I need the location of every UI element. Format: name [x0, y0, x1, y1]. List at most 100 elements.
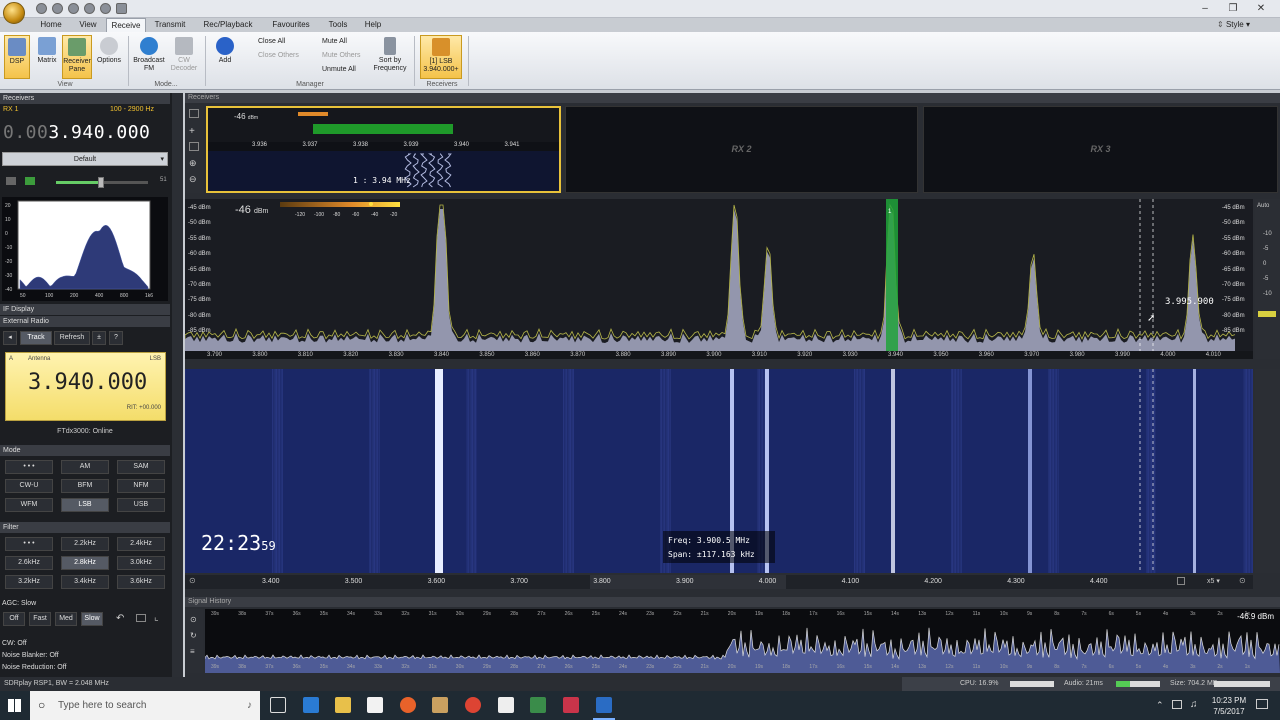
filter-header[interactable]: Filter — [0, 522, 170, 533]
noise-blanker-label[interactable]: Noise Blanker: Off — [2, 652, 59, 659]
edge-icon[interactable] — [303, 697, 319, 713]
sort-by-frequency-button[interactable]: Sort by Frequency — [370, 35, 410, 79]
add-icon[interactable]: + — [189, 126, 195, 137]
media-icon[interactable] — [432, 697, 448, 713]
mail-icon[interactable] — [498, 697, 514, 713]
task-view-icon[interactable] — [270, 697, 286, 713]
zoom-level[interactable]: x5 ▾ — [1207, 577, 1220, 585]
spectrum-display[interactable]: -46 dBm -120 -100 -80 -60 -40 -20 -45 dBm -50 … — [185, 199, 1253, 359]
zoom-in-icon[interactable]: ⊕ — [189, 158, 197, 169]
filter-button[interactable]: 3.4kHz — [61, 575, 109, 589]
help-button[interactable]: ? — [109, 331, 123, 345]
tab-receive[interactable]: Receive — [106, 18, 146, 32]
mode-button[interactable]: WFM — [5, 498, 53, 512]
matrix-button[interactable]: Matrix — [33, 35, 61, 79]
tab-help[interactable]: Help — [356, 18, 390, 32]
external-radio-header[interactable]: External Radio — [0, 316, 170, 327]
volume-slider[interactable] — [56, 177, 148, 188]
receiver-1-button[interactable]: [1] LSB 3.940.000+ — [420, 35, 462, 79]
agc-settings-icon[interactable] — [136, 614, 146, 622]
notifications-icon[interactable] — [1256, 699, 1268, 709]
filter-button[interactable]: 3.0kHz — [117, 556, 165, 570]
firefox-icon[interactable] — [400, 697, 416, 713]
agc-slow-button[interactable]: Slow — [81, 612, 103, 626]
mode-button[interactable]: • • • — [5, 460, 53, 474]
overview-settings-icon[interactable] — [1177, 577, 1185, 585]
cw-decoder-button[interactable]: CW Decoder — [168, 35, 200, 79]
agc-graph-icon[interactable]: ⌞ — [154, 612, 159, 623]
zoom-out-icon[interactable]: ⊖ — [189, 174, 197, 185]
overview-bar[interactable]: ⊙ 3.400 3.500 3.600 3.700 3.800 3.900 4.000 4.1… — [185, 575, 1253, 589]
history-record-icon[interactable]: ⊙ — [190, 615, 197, 624]
mode-header[interactable]: Mode — [0, 445, 170, 456]
close-others-button[interactable]: Close Others — [246, 50, 299, 62]
app-orb-icon[interactable] — [3, 2, 25, 24]
network-icon[interactable] — [1172, 700, 1182, 709]
filter-button[interactable]: • • • — [5, 537, 53, 551]
qat-button[interactable] — [36, 3, 47, 14]
shield-icon[interactable] — [530, 697, 546, 713]
mode-button[interactable]: AM — [61, 460, 109, 474]
restore-button[interactable]: ❐ — [1222, 2, 1244, 16]
recorder-icon[interactable] — [563, 697, 579, 713]
agc-fast-button[interactable]: Fast — [29, 612, 51, 626]
tray-chevron-icon[interactable]: ⌃ — [1156, 700, 1164, 711]
left-scrollbar[interactable] — [172, 93, 183, 677]
history-menu-icon[interactable]: ≡ — [190, 647, 195, 656]
mute-others-button[interactable]: Mute Others — [310, 50, 361, 62]
taskbar-search[interactable]: ○ Type here to search ♪ — [30, 691, 260, 720]
tab-recplayback[interactable]: Rec/Playback — [194, 18, 262, 32]
chrome-icon[interactable] — [465, 697, 481, 713]
qat-button[interactable] — [52, 3, 63, 14]
dsp-button[interactable]: DSP — [4, 35, 30, 79]
filter-button[interactable]: 2.4kHz — [117, 537, 165, 551]
track-button[interactable]: Track — [20, 331, 52, 345]
rx-frequency[interactable]: 0.003.940.000 — [3, 122, 150, 143]
list-icon[interactable] — [189, 109, 199, 118]
eraser-icon[interactable] — [189, 142, 199, 151]
mode-button[interactable]: USB — [117, 498, 165, 512]
unmute-all-button[interactable]: Unmute All — [310, 64, 356, 76]
store-icon[interactable] — [367, 697, 383, 713]
auto-toggle[interactable]: Auto — [1257, 203, 1269, 209]
cw-label[interactable]: CW: Off — [2, 640, 27, 647]
tab-home[interactable]: Home — [32, 18, 70, 32]
plus-minus-button[interactable]: ± — [92, 331, 106, 345]
filter-button[interactable]: 2.6kHz — [5, 556, 53, 570]
tab-favourites[interactable]: Favourites — [262, 18, 320, 32]
waterfall-display[interactable]: 22:2359 Freq: 3.900.5 MHz Span: ±117.163… — [185, 369, 1253, 573]
filter-button[interactable]: 3.2kHz — [5, 575, 53, 589]
rx3-display[interactable]: RX 3 — [923, 106, 1278, 193]
rx2-display[interactable]: RX 2 — [565, 106, 918, 193]
qat-button[interactable] — [84, 3, 95, 14]
ext-back-icon[interactable]: ◂ — [3, 331, 17, 345]
mode-button[interactable]: SAM — [117, 460, 165, 474]
close-all-button[interactable]: Close All — [246, 36, 285, 48]
tab-transmit[interactable]: Transmit — [146, 18, 194, 32]
filter-button[interactable]: 2.2kHz — [61, 537, 109, 551]
noise-reduction-label[interactable]: Noise Reduction: Off — [2, 664, 66, 671]
undo-icon[interactable] — [116, 3, 127, 14]
agc-off-button[interactable]: Off — [3, 612, 25, 626]
mode-button[interactable]: LSB — [61, 498, 109, 512]
receiver-marker[interactable]: 1 — [888, 209, 891, 215]
options-button[interactable]: Options — [93, 35, 125, 79]
mute-all-button[interactable]: Mute All — [310, 36, 347, 48]
add-receiver-button[interactable]: Add — [210, 35, 240, 79]
style-menu[interactable]: ⇕ Style ▾ — [1217, 18, 1250, 32]
filter-button[interactable]: 2.8kHz — [61, 556, 109, 570]
clock[interactable]: 10:23 PM 7/5/2017 — [1206, 695, 1252, 717]
broadcast-fm-button[interactable]: Broadcast FM — [131, 35, 167, 79]
receiver-pane-button[interactable]: Receiver Pane — [62, 35, 92, 79]
undo-agc-icon[interactable]: ↶ — [116, 613, 124, 624]
sdr-app-icon[interactable] — [596, 697, 612, 713]
refresh-button[interactable]: Refresh — [54, 331, 90, 345]
tab-tools[interactable]: Tools — [320, 18, 356, 32]
qat-button[interactable] — [100, 3, 111, 14]
overview-right-icon[interactable]: ⊙ — [1239, 576, 1246, 585]
history-reset-icon[interactable]: ↻ — [190, 631, 197, 640]
agc-med-button[interactable]: Med — [55, 612, 77, 626]
speaker-icon[interactable] — [25, 177, 35, 185]
if-display-header[interactable]: IF Display — [0, 304, 170, 315]
rx1-mini-display[interactable]: -46 dBm 3.936 3.937 3.938 3.939 3.940 3.941 1… — [206, 106, 561, 193]
